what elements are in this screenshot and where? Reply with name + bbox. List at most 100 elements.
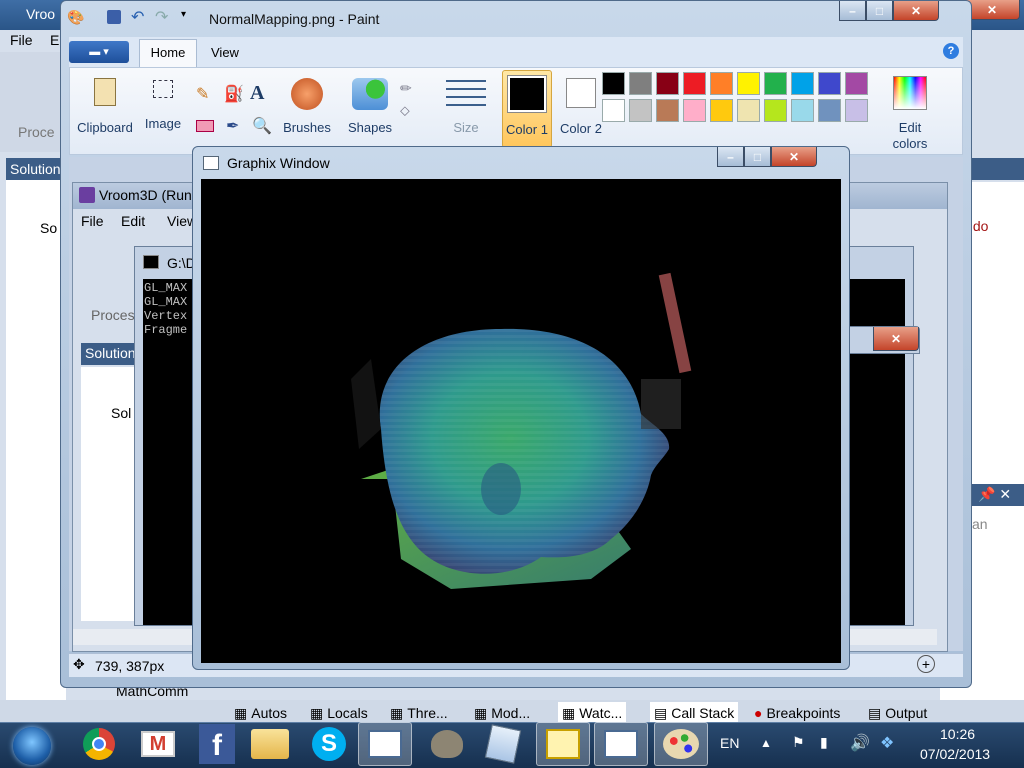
palette-swatch[interactable] — [818, 72, 841, 95]
eraser-icon[interactable] — [196, 120, 214, 132]
tab-autos[interactable]: ▦ Autos — [234, 702, 287, 724]
notes-icon — [484, 724, 522, 764]
palette-swatch[interactable] — [845, 72, 868, 95]
tab-view[interactable]: View — [211, 45, 239, 60]
taskbar-explorer[interactable] — [243, 722, 297, 766]
undo-icon[interactable]: ↶ — [131, 7, 144, 27]
show-hidden-icons-icon[interactable]: ▲ — [760, 736, 772, 750]
save-icon[interactable] — [107, 10, 121, 24]
customize-qat-icon[interactable]: ▾ — [181, 9, 186, 20]
vs-back-solution-item[interactable]: So — [40, 220, 57, 236]
pencil-icon[interactable]: ✎ — [196, 84, 209, 104]
vs-mid-menu-edit[interactable]: Edit — [121, 213, 145, 229]
menu-edit[interactable]: E — [50, 32, 59, 48]
signal-icon[interactable]: ▮ — [820, 734, 828, 751]
shapes-button[interactable]: Shapes — [340, 72, 400, 144]
zoom-in-icon[interactable]: + — [917, 655, 935, 673]
taskbar-gimp[interactable] — [420, 722, 474, 766]
taskbar-skype[interactable]: S — [302, 722, 356, 766]
outline-icon[interactable]: ✏ — [400, 80, 412, 97]
threads-icon: ▦ — [390, 704, 404, 721]
taskbar-gmail[interactable]: M — [131, 722, 185, 766]
tab-locals[interactable]: ▦ Locals — [310, 702, 368, 724]
graphix-close-button[interactable]: ✕ — [771, 147, 817, 167]
color1-button[interactable]: Color 1 — [502, 70, 552, 148]
palette-swatch[interactable] — [737, 99, 760, 122]
palette-swatch[interactable] — [602, 72, 625, 95]
palette-swatch[interactable] — [710, 72, 733, 95]
taskbar-vs[interactable] — [358, 722, 412, 766]
taskbar-paint[interactable] — [654, 722, 708, 766]
size-button[interactable]: Size — [442, 72, 490, 144]
palette-swatch[interactable] — [737, 72, 760, 95]
folder-icon — [251, 729, 289, 759]
vs-mid-solution-item[interactable]: Sol — [111, 405, 131, 421]
palette-swatch[interactable] — [629, 99, 652, 122]
palette-swatch[interactable] — [791, 99, 814, 122]
brushes-button[interactable]: Brushes — [282, 72, 332, 144]
paint-close-button[interactable]: ✕ — [893, 1, 939, 21]
clock-date[interactable]: 07/02/2013 — [920, 746, 990, 762]
palette-swatch[interactable] — [791, 72, 814, 95]
palette-swatch[interactable] — [629, 72, 652, 95]
hidden-window-close-button[interactable]: ✕ — [873, 327, 919, 351]
tab-output[interactable]: ▤ Output — [868, 702, 927, 724]
fill-icon[interactable]: ⛽ — [224, 84, 244, 104]
vs-back-close-button[interactable]: ✕ — [964, 0, 1020, 20]
palette-swatch[interactable] — [710, 99, 733, 122]
color-picker-icon[interactable]: ✒ — [226, 116, 239, 136]
gmail-icon: M — [141, 731, 175, 757]
magnifier-icon[interactable]: 🔍 — [252, 116, 272, 136]
vs-back-solution-pane — [6, 180, 66, 710]
vs-back-solution-header: Solution — [6, 158, 66, 180]
tab-home[interactable]: Home — [139, 39, 197, 67]
tab-watch[interactable]: ▦ Watc... — [558, 702, 627, 724]
menu-file[interactable]: File — [10, 32, 33, 48]
paint-menu-button[interactable]: ▬ ▾ — [69, 41, 129, 63]
redo-icon[interactable]: ↷ — [155, 7, 168, 27]
image-button[interactable]: Image — [140, 72, 186, 144]
paint-maximize-button[interactable]: □ — [866, 1, 893, 21]
tab-threads[interactable]: ▦ Thre... — [390, 702, 448, 724]
taskbar-graphix[interactable] — [594, 722, 648, 766]
paint-ribbon: Clipboard Image ✎ ⛽ A ✒ 🔍 Brushes Shapes… — [69, 67, 963, 155]
modules-icon: ▦ — [474, 704, 488, 721]
help-icon[interactable]: ? — [943, 43, 959, 59]
network-warning-icon[interactable]: ⚑ — [792, 734, 805, 751]
language-indicator[interactable]: EN — [720, 735, 739, 751]
palette-swatch[interactable] — [764, 99, 787, 122]
vs-back-title: Vroo — [26, 6, 56, 22]
color1-swatch — [507, 75, 547, 113]
volume-icon[interactable]: 🔊 — [850, 733, 870, 753]
paint-minimize-button[interactable]: – — [839, 1, 866, 21]
graphix-minimize-button[interactable]: – — [717, 147, 744, 167]
palette-swatch[interactable] — [656, 99, 679, 122]
palette-swatch[interactable] — [764, 72, 787, 95]
tab-modules[interactable]: ▦ Mod... — [474, 702, 530, 724]
color2-button[interactable]: Color 2 — [556, 70, 606, 148]
taskbar-snipping[interactable] — [536, 722, 590, 766]
palette-swatch[interactable] — [683, 72, 706, 95]
tab-call-stack[interactable]: ▤ Call Stack — [650, 702, 739, 724]
fill-shape-icon[interactable]: ⬦ — [400, 102, 410, 119]
taskbar-facebook[interactable]: f — [190, 722, 244, 766]
palette-swatch[interactable] — [683, 99, 706, 122]
taskbar-notes[interactable] — [476, 722, 530, 766]
clipboard-button[interactable]: Clipboard — [76, 72, 134, 144]
palette-swatch[interactable] — [845, 99, 868, 122]
start-button[interactable] — [4, 724, 60, 768]
clock-time[interactable]: 10:26 — [940, 726, 975, 742]
text-icon[interactable]: A — [250, 82, 264, 105]
size-lines-icon — [446, 80, 486, 106]
watch-icon: ▦ — [562, 704, 576, 721]
dropbox-icon[interactable]: ❖ — [880, 733, 894, 753]
palette-swatch[interactable] — [656, 72, 679, 95]
graphix-maximize-button[interactable]: □ — [744, 147, 771, 167]
vs-mid-menu-file[interactable]: File — [81, 213, 104, 229]
tab-breakpoints[interactable]: ● Breakpoints — [754, 702, 840, 724]
taskbar-chrome[interactable] — [72, 722, 126, 766]
palette-swatch[interactable] — [602, 99, 625, 122]
select-icon — [153, 80, 173, 98]
palette-swatch[interactable] — [818, 99, 841, 122]
edit-colors-button[interactable]: Edit colors — [882, 72, 938, 151]
